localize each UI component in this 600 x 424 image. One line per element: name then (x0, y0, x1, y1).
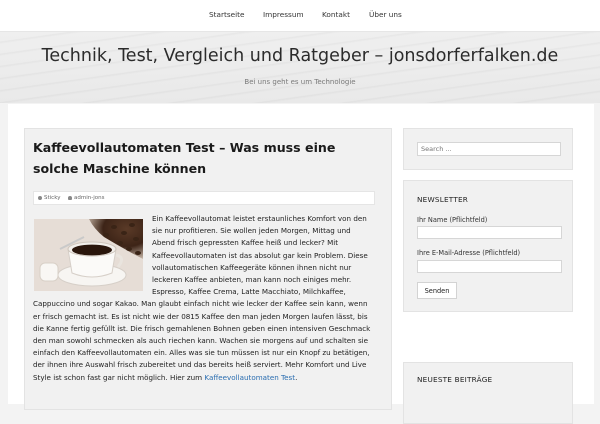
nav-item-kontakt[interactable]: Kontakt (322, 10, 350, 19)
name-field[interactable] (417, 226, 562, 239)
submit-button[interactable]: Senden (417, 282, 457, 299)
nav-item-ueber-uns[interactable]: Über uns (369, 10, 402, 19)
name-label: Ihr Name (Pflichtfeld) (417, 216, 488, 224)
content-wrapper: Kaffeevollautomaten Test – Was muss eine… (8, 104, 594, 424)
post-link-suffix: . (295, 372, 298, 382)
post-title[interactable]: Kaffeevollautomaten Test – Was muss eine… (33, 137, 373, 179)
header-background (0, 32, 600, 103)
post-body: Ein Kaffeevollautomat leistet erstaunlic… (33, 213, 373, 384)
newsletter-widget: NEWSLETTER Ihr Name (Pflichtfeld) Ihre E… (403, 180, 573, 312)
nav-item-startseite[interactable]: Startseite (209, 10, 245, 19)
search-widget (403, 128, 573, 170)
recent-posts-title: NEUESTE BEITRÄGE (417, 375, 493, 384)
top-navigation: Startseite Impressum Kontakt Über uns (0, 0, 600, 32)
sticky-badge: Sticky (38, 192, 60, 204)
post-link[interactable]: Kaffeevollautomaten Test (204, 373, 295, 382)
newsletter-title: NEWSLETTER (417, 195, 469, 204)
site-header: Technik, Test, Vergleich und Ratgeber – … (0, 32, 600, 103)
email-label: Ihre E-Mail-Adresse (Pflichtfeld) (417, 249, 521, 257)
post-article: Kaffeevollautomaten Test – Was muss eine… (24, 128, 392, 410)
pin-icon (38, 195, 42, 200)
user-icon (68, 195, 72, 200)
author-name: admin-jons (74, 195, 105, 201)
author-link[interactable]: admin-jons (68, 192, 104, 204)
site-description: Bei uns geht es um Technologie (244, 78, 356, 86)
search-input[interactable] (417, 142, 561, 156)
nav-menu: Startseite Impressum Kontakt Über uns (0, 0, 600, 31)
site-title[interactable]: Technik, Test, Vergleich und Ratgeber – … (0, 46, 600, 66)
recent-posts-widget: NEUESTE BEITRÄGE (403, 362, 573, 424)
sticky-label: Sticky (44, 195, 61, 201)
post-meta: Sticky admin-jons (33, 191, 375, 205)
email-field[interactable] (417, 260, 562, 273)
nav-item-impressum[interactable]: Impressum (263, 10, 304, 19)
